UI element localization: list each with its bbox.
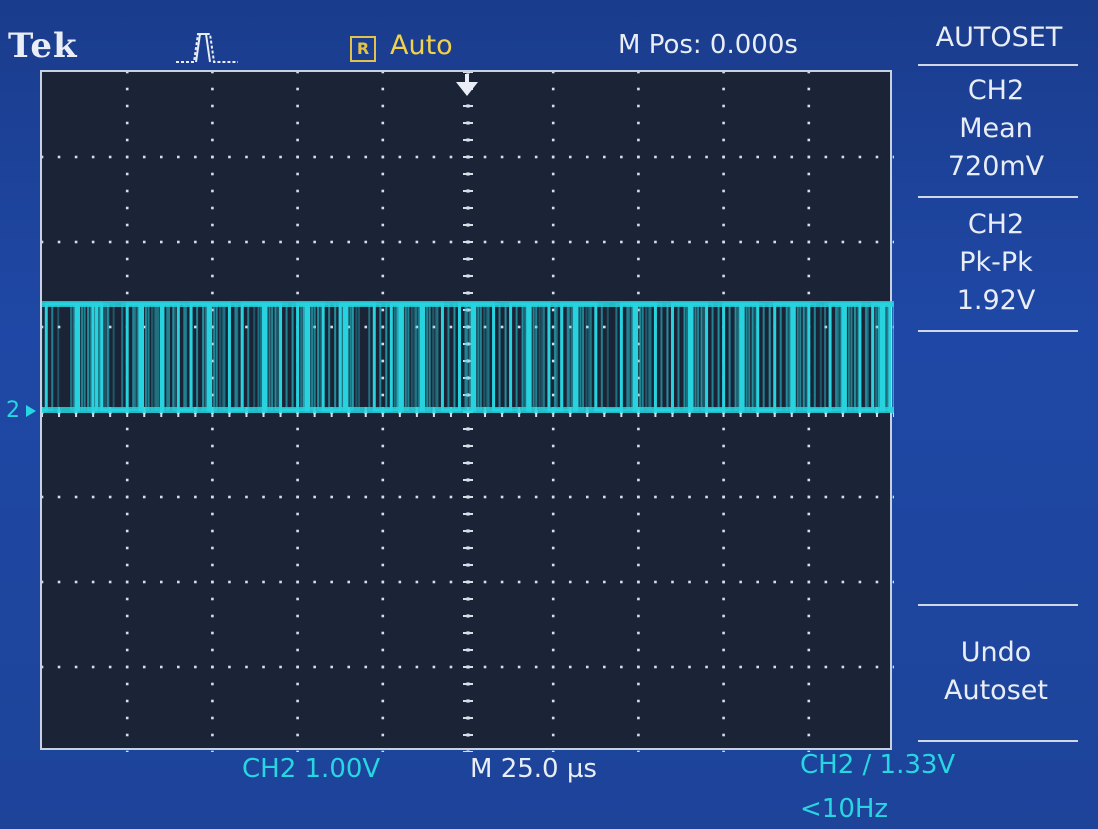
trace-level-band bbox=[42, 407, 894, 413]
ground-arrow-icon bbox=[26, 405, 36, 417]
oscilloscope-screen: Tek R Auto M Pos: 0.000s 2 AUTOSET CH2 M… bbox=[0, 0, 1098, 829]
measurement-type: Mean bbox=[959, 113, 1033, 144]
measurement-1[interactable]: CH2 Mean 720mV bbox=[910, 72, 1082, 186]
undo-autoset-button[interactable]: Undo Autoset bbox=[910, 634, 1082, 710]
measurement-2[interactable]: CH2 Pk-Pk 1.92V bbox=[910, 206, 1082, 320]
trigger-frequency: <10Hz bbox=[800, 794, 889, 824]
channel-scale: CH2 1.00V bbox=[242, 754, 381, 784]
timebase: M 25.0 µs bbox=[470, 754, 597, 784]
autoset-label: Autoset bbox=[944, 675, 1048, 706]
horizontal-position: M Pos: 0.000s bbox=[618, 30, 798, 60]
autoset-menu-title[interactable]: AUTOSET bbox=[910, 22, 1088, 53]
waveform-display bbox=[40, 70, 894, 752]
brand-logo: Tek bbox=[8, 26, 78, 66]
trigger-position-icon bbox=[456, 74, 478, 96]
undo-label: Undo bbox=[960, 637, 1032, 668]
waveform-trace bbox=[42, 301, 894, 413]
trigger-level: CH2 ∕ 1.33V bbox=[800, 750, 956, 780]
measurement-value: 720mV bbox=[947, 151, 1045, 182]
measurement-source: CH2 bbox=[967, 75, 1025, 106]
menu-divider bbox=[918, 64, 1078, 66]
measurement-value: 1.92V bbox=[956, 285, 1036, 316]
run-state-badge: R bbox=[350, 36, 376, 62]
trace-level-band bbox=[42, 301, 894, 307]
menu-divider bbox=[918, 330, 1078, 332]
channel-marker: 2 bbox=[6, 398, 20, 423]
menu-divider bbox=[918, 604, 1078, 606]
acquisition-mode: Auto bbox=[390, 30, 453, 61]
menu-divider bbox=[918, 196, 1078, 198]
pulse-icon bbox=[176, 33, 238, 63]
measurement-source: CH2 bbox=[967, 209, 1025, 240]
measurement-type: Pk-Pk bbox=[959, 247, 1033, 278]
menu-divider bbox=[918, 740, 1078, 742]
